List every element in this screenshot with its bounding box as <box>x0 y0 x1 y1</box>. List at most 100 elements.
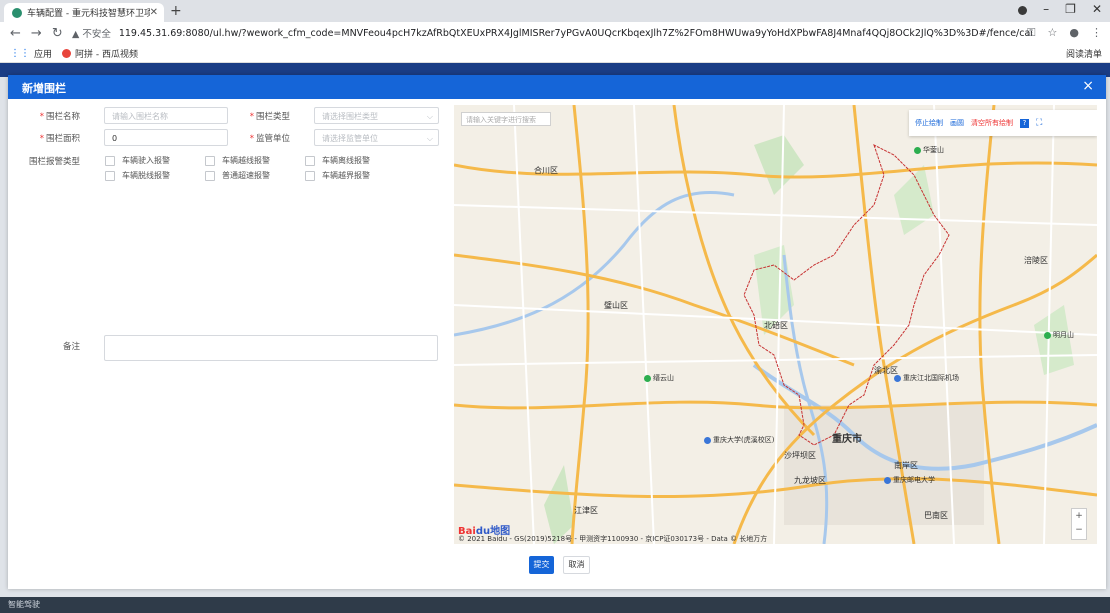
tab-favicon-icon <box>12 7 22 18</box>
map-poi[interactable]: 缙云山 <box>644 373 674 383</box>
map-district-label: 北碚区 <box>764 321 788 330</box>
map-poi[interactable]: 重庆邮电大学 <box>884 475 935 485</box>
tab-title: 车辆配置 - 重元科技智慧环卫项... <box>27 9 150 19</box>
window-controls: – ❐ ✕ <box>1018 2 1102 16</box>
map-city-label: 重庆市 <box>832 434 862 445</box>
alarm-checkbox[interactable]: 车辆离线报警 <box>305 155 370 166</box>
fence-type-select[interactable]: 请选择围栏类型 ⌵ <box>314 107 439 124</box>
fence-area-input[interactable]: 0 <box>104 129 228 146</box>
restore-icon[interactable]: ❐ <box>1065 2 1076 16</box>
map-copyright: © 2021 Baidu - GS(2019)5218号 - 甲测资字11009… <box>458 535 768 543</box>
map-poi[interactable]: 重庆大学(虎溪校区) <box>704 435 774 445</box>
zoom-out-icon[interactable]: − <box>1075 525 1083 535</box>
clear-drawings-button[interactable]: 清空所有绘制 <box>971 118 1013 128</box>
supervisor-select[interactable]: 请选择监管单位 ⌵ <box>314 129 439 146</box>
checkbox-box[interactable] <box>105 155 115 166</box>
map-district-label: 沙坪坝区 <box>784 451 816 460</box>
alarm-checkbox[interactable]: 车辆越线报警 <box>205 155 270 166</box>
university-marker-icon <box>704 436 711 444</box>
key-icon[interactable]: ⚿ <box>1027 26 1035 40</box>
close-window-icon[interactable]: ✕ <box>1092 2 1102 16</box>
poi-label: 重庆邮电大学 <box>893 476 935 484</box>
checkbox-label: 车辆越界报警 <box>322 171 370 180</box>
stop-draw-button[interactable]: 停止绘制 <box>915 118 943 128</box>
alarm-checkbox[interactable]: 车辆脱线报警 <box>105 170 170 181</box>
browser-tab-bar: 车辆配置 - 重元科技智慧环卫项... ✕ + – ❐ ✕ <box>0 0 1110 22</box>
bookmark-label: 应用 <box>34 49 53 60</box>
map-district-label: 九龙坡区 <box>794 476 826 485</box>
browser-tab[interactable]: 车辆配置 - 重元科技智慧环卫项... ✕ <box>4 3 164 22</box>
poi-label: 缙云山 <box>653 374 674 382</box>
chevron-down-icon: ⌵ <box>426 112 433 121</box>
close-tab-icon[interactable]: ✕ <box>150 7 158 18</box>
add-fence-dialog: 新增围栏 × * 围栏名称 请输入围栏名称 * 围栏类型 请选择围栏类型 ⌵ * 围栏… <box>8 75 1106 589</box>
map-district-label: 巴南区 <box>924 511 948 520</box>
security-warning[interactable]: ▲ 不安全 <box>72 26 111 40</box>
menu-icon[interactable]: ⋮ <box>1091 26 1102 40</box>
dialog-header: 新增围栏 × <box>8 75 1106 99</box>
help-icon[interactable]: ? <box>1020 118 1029 128</box>
checkbox-label: 车辆离线报警 <box>322 156 370 165</box>
alarm-type-label: 围栏报警类型 <box>28 157 80 167</box>
app-footer-text[interactable]: 智能驾驶 <box>8 599 40 610</box>
back-icon[interactable]: ← <box>10 26 21 41</box>
bookmark-video[interactable]: 阿拼 - 西瓜视频 <box>62 47 138 60</box>
zoom-in-icon[interactable]: + <box>1075 511 1083 521</box>
new-tab-icon[interactable]: + <box>170 3 182 19</box>
close-icon[interactable]: × <box>1082 78 1094 94</box>
url-text: 119.45.31.69:8080/ul.hw/?wework_cfm_code… <box>118 27 1032 39</box>
cancel-button[interactable]: 取消 <box>563 556 590 574</box>
remark-textarea[interactable] <box>104 335 438 361</box>
map-zoom-control[interactable]: + − <box>1071 508 1087 540</box>
reload-icon[interactable]: ↻ <box>52 26 63 41</box>
poi-marker-icon <box>644 374 651 382</box>
map-poi[interactable]: 华蓥山 <box>914 145 944 155</box>
airport-marker-icon <box>894 374 901 382</box>
chevron-down-icon: ⌵ <box>426 134 433 143</box>
map-canvas[interactable]: 请输入关键字进行搜索 停止绘制 画圆 清空所有绘制 ? ⛶ 重庆市 合川区 北碚… <box>454 105 1097 544</box>
reading-list[interactable]: 阅读清单 <box>1066 47 1102 60</box>
map-poi[interactable]: 明月山 <box>1044 330 1074 340</box>
checkbox-box[interactable] <box>205 170 215 181</box>
map-poi[interactable]: 重庆江北国际机场 <box>894 373 959 383</box>
address-bar: ← → ↻ ▲ 不安全 119.45.31.69:8080/ul.hw/?wew… <box>0 22 1110 44</box>
checkbox-box[interactable] <box>205 155 215 166</box>
checkbox-box[interactable] <box>305 155 315 166</box>
url-field[interactable]: ▲ 不安全 119.45.31.69:8080/ul.hw/?wework_cf… <box>72 25 1032 41</box>
checkbox-box[interactable] <box>105 170 115 181</box>
alarm-checkbox[interactable]: 车辆驶入报警 <box>105 155 170 166</box>
supervisor-label: * 监管单位 <box>249 134 290 144</box>
forward-icon[interactable]: → <box>31 26 42 41</box>
bookmark-apps[interactable]: ⋮⋮ 应用 <box>10 47 52 60</box>
draw-circle-button[interactable]: 画圆 <box>950 118 964 128</box>
fence-name-input[interactable]: 请输入围栏名称 <box>104 107 228 124</box>
dialog-title: 新增围栏 <box>22 82 66 95</box>
poi-marker-icon <box>914 146 921 154</box>
bookmark-star-icon[interactable]: ☆ <box>1048 26 1058 40</box>
university-marker-icon <box>884 476 891 484</box>
fence-area-label: * 围栏面积 <box>39 134 80 144</box>
checkbox-label: 普通超速报警 <box>222 171 270 180</box>
fence-type-placeholder: 请选择围栏类型 <box>322 112 378 121</box>
alarm-checkbox[interactable]: 车辆越界报警 <box>305 170 370 181</box>
checkbox-label: 车辆脱线报警 <box>122 171 170 180</box>
supervisor-placeholder: 请选择监管单位 <box>322 134 378 143</box>
poi-label: 重庆大学(虎溪校区) <box>713 436 775 444</box>
map-district-label: 南岸区 <box>894 461 918 470</box>
poi-label: 华蓥山 <box>923 146 944 154</box>
checkbox-box[interactable] <box>305 170 315 181</box>
record-icon[interactable] <box>1018 6 1028 15</box>
submit-button[interactable]: 提交 <box>529 556 554 574</box>
profile-icon[interactable]: ● <box>1069 26 1079 40</box>
checkbox-label: 车辆越线报警 <box>222 156 270 165</box>
minimize-icon[interactable]: – <box>1043 2 1049 16</box>
bookmarks-bar: ⋮⋮ 应用 阿拼 - 西瓜视频 阅读清单 <box>0 44 1110 63</box>
alarm-checkbox[interactable]: 普通超速报警 <box>205 170 270 181</box>
checkbox-label: 车辆驶入报警 <box>122 156 170 165</box>
map-district-label: 合川区 <box>534 166 558 175</box>
fullscreen-icon[interactable]: ⛶ <box>1036 118 1042 128</box>
poi-label: 明月山 <box>1053 331 1074 339</box>
bookmark-label: 阿拼 - 西瓜视频 <box>75 49 138 60</box>
apps-grid-icon: ⋮⋮ <box>10 47 30 59</box>
map-search-input[interactable]: 请输入关键字进行搜索 <box>461 112 551 126</box>
